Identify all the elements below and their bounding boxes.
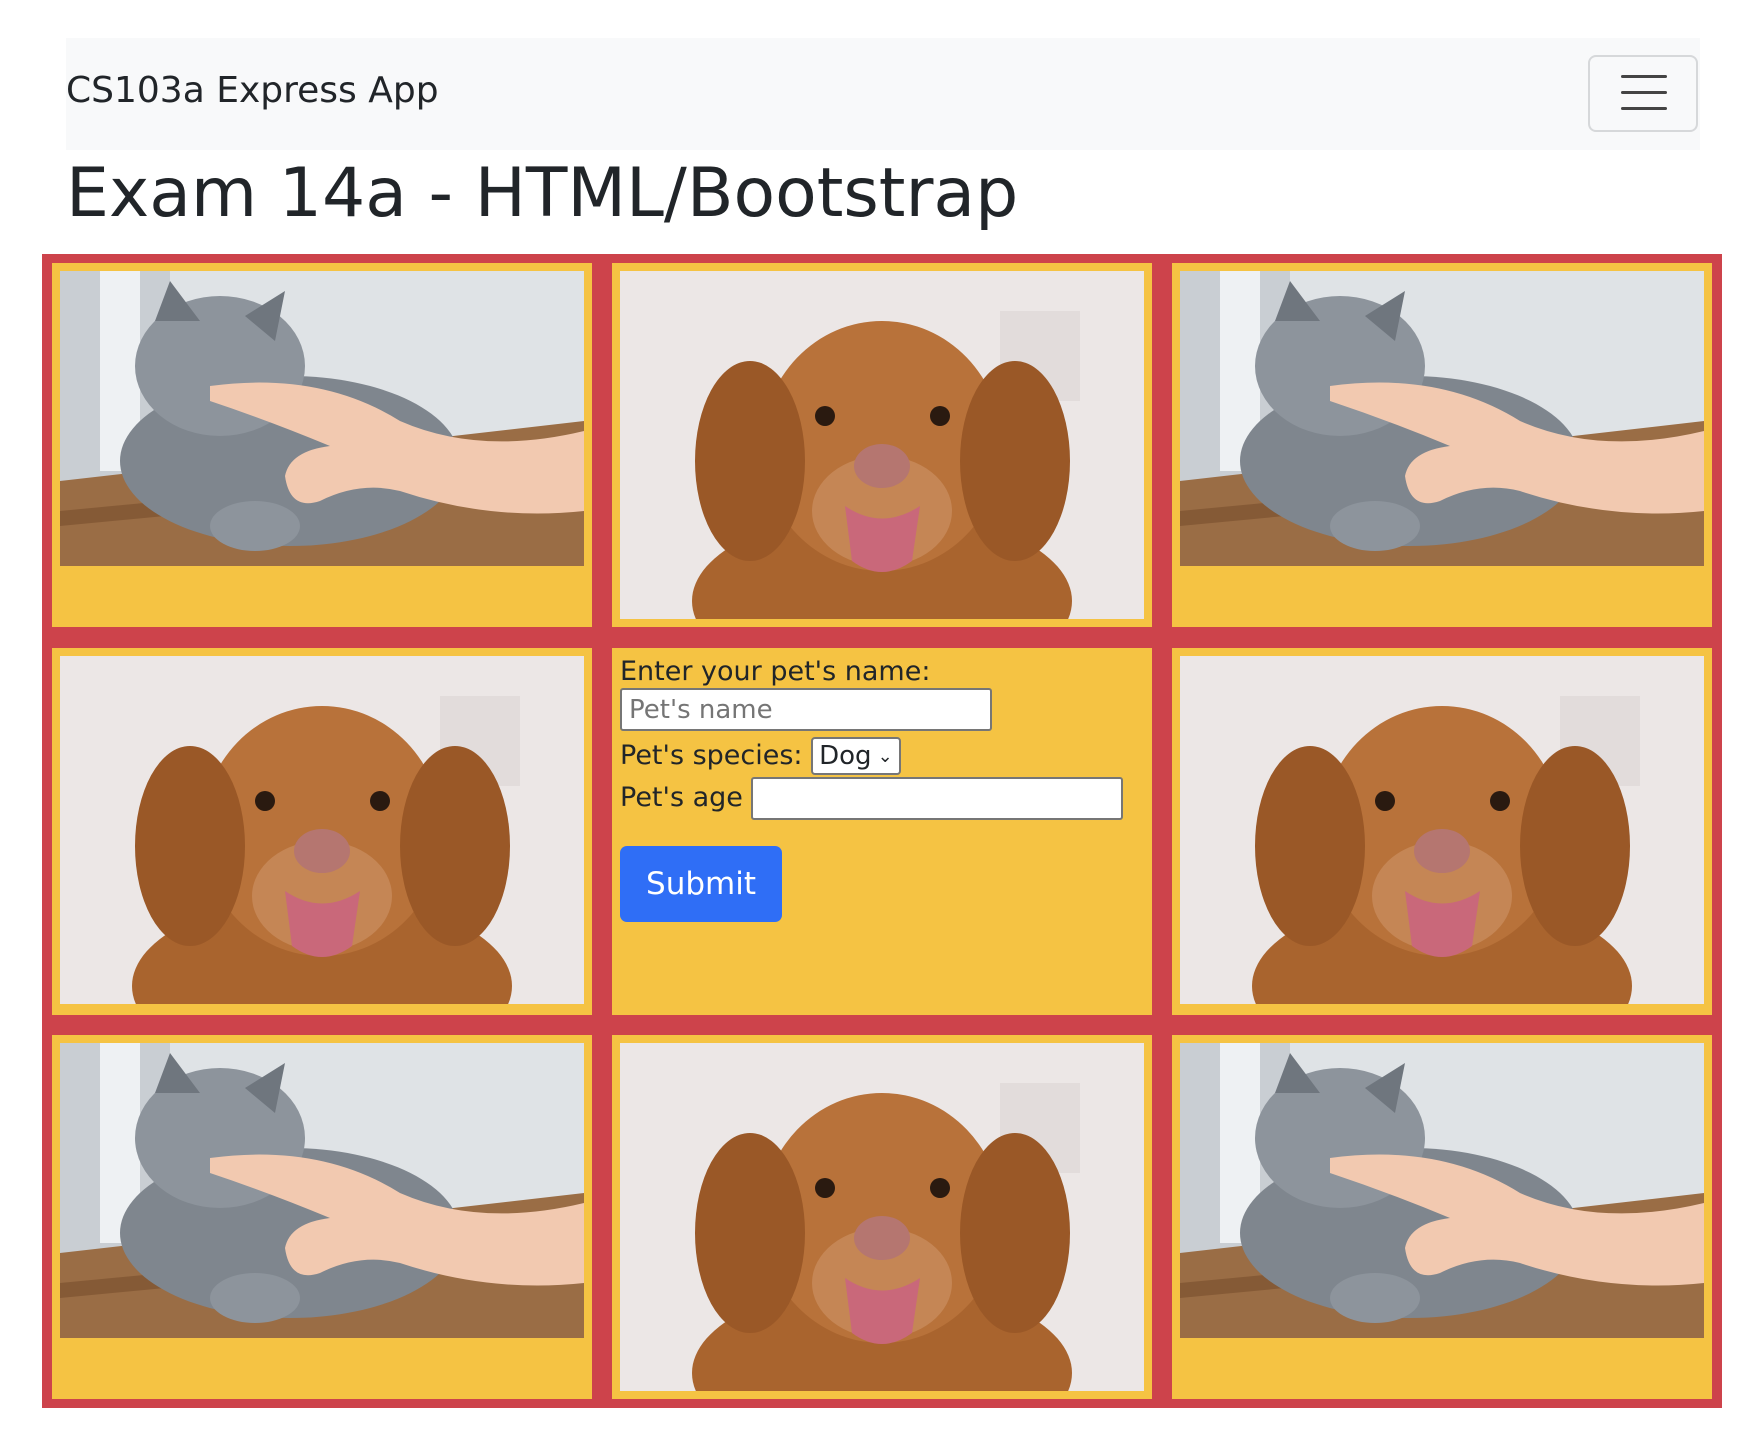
cat-photo xyxy=(60,271,584,566)
pet-species-label: Pet's species: xyxy=(620,739,803,771)
navbar: CS103a Express App xyxy=(66,38,1700,150)
cat-photo xyxy=(1180,271,1704,566)
cat-photo xyxy=(1180,1043,1704,1338)
grid-cell-dog xyxy=(1172,648,1712,1015)
pet-species-select[interactable]: Dog ⌄ xyxy=(811,737,901,776)
pet-species-selected: Dog xyxy=(819,741,872,772)
grid-cell-cat xyxy=(1172,263,1712,627)
pet-age-label: Pet's age xyxy=(620,782,743,814)
grid-cell-dog xyxy=(612,263,1152,627)
navbar-toggler-button[interactable] xyxy=(1588,55,1698,132)
submit-button[interactable]: Submit xyxy=(620,846,782,922)
grid-cell-dog xyxy=(52,648,592,1015)
dog-photo xyxy=(620,1043,1144,1391)
dog-photo xyxy=(1180,656,1704,1004)
dog-photo xyxy=(60,656,584,1004)
dog-photo xyxy=(620,271,1144,619)
grid-cell-cat xyxy=(52,1035,592,1399)
pet-name-input[interactable] xyxy=(620,688,992,732)
grid-cell-cat xyxy=(1172,1035,1712,1399)
navbar-brand[interactable]: CS103a Express App xyxy=(66,73,439,109)
pet-form: Enter your pet's name: Pet's species: Do… xyxy=(620,656,1140,922)
pet-name-label: Enter your pet's name: xyxy=(620,656,931,687)
page-title: Exam 14a - HTML/Bootstrap xyxy=(66,154,1019,233)
pet-age-input[interactable] xyxy=(751,777,1124,821)
photo-grid: Enter your pet's name: Pet's species: Do… xyxy=(42,254,1722,1408)
grid-cell-form: Enter your pet's name: Pet's species: Do… xyxy=(612,648,1152,1015)
cat-photo xyxy=(60,1043,584,1338)
grid-cell-dog xyxy=(612,1035,1152,1399)
chevron-down-icon: ⌄ xyxy=(877,745,893,767)
grid-cell-cat xyxy=(52,263,592,627)
